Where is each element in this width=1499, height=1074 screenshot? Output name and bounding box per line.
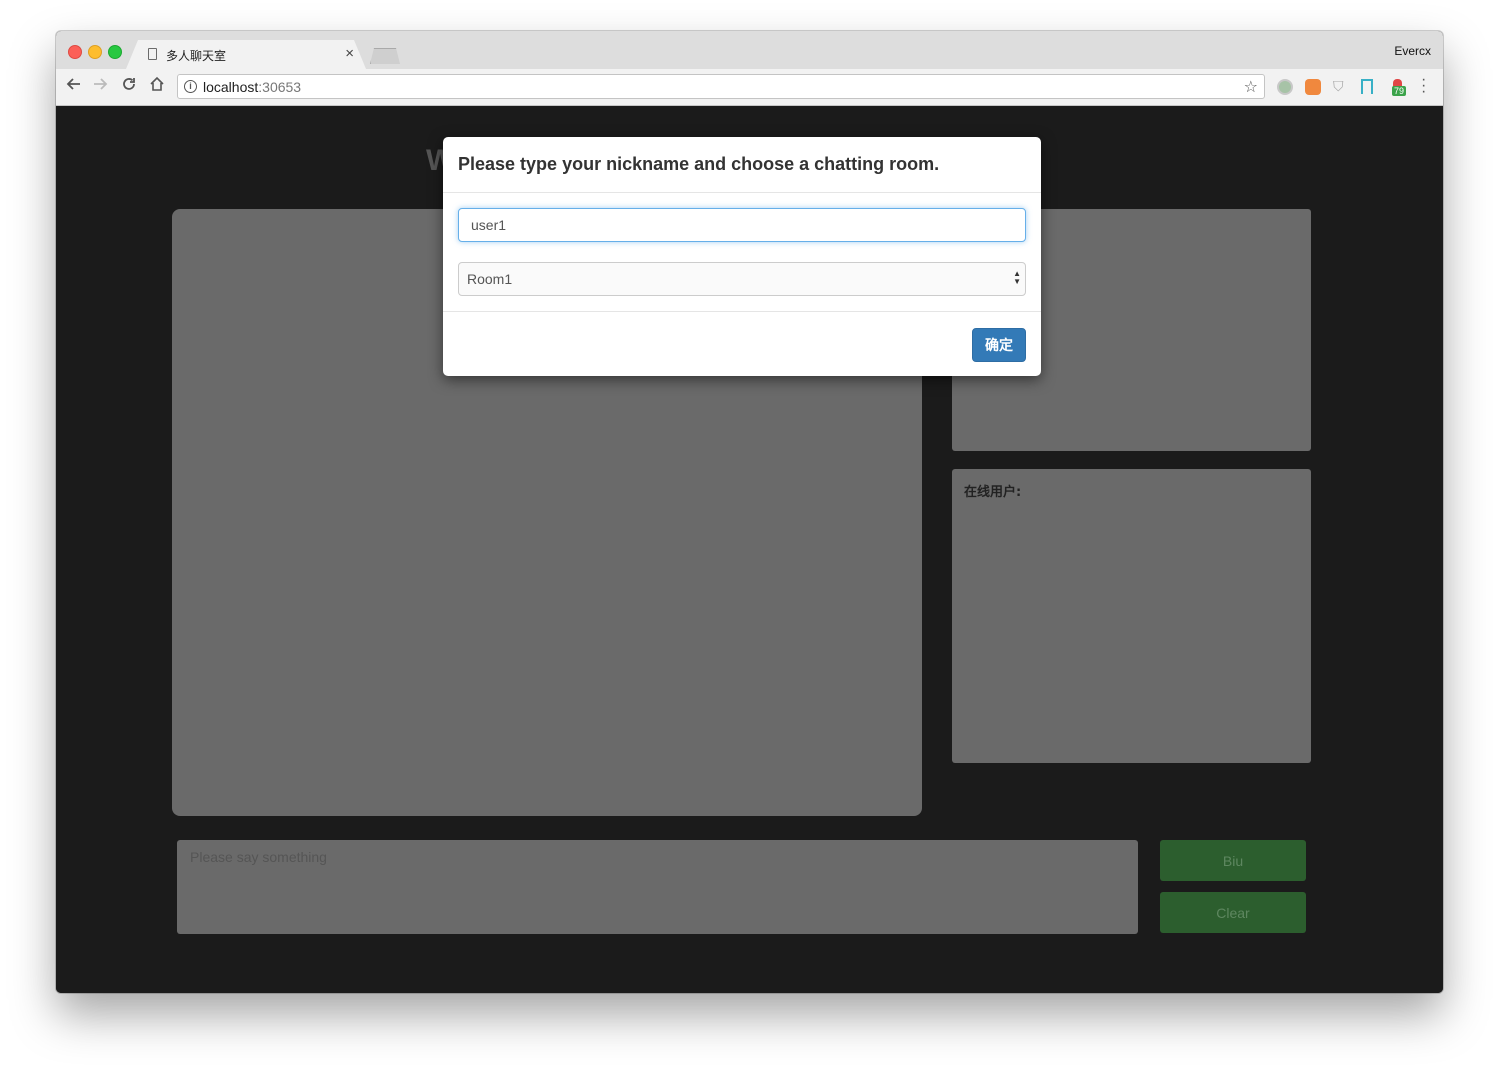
nickname-modal: Please type your nickname and choose a c… xyxy=(443,137,1041,376)
home-icon[interactable] xyxy=(149,76,165,97)
room-select-value: Room1 xyxy=(467,271,513,287)
clear-button[interactable]: Clear xyxy=(1160,892,1306,933)
room-select[interactable]: Room1 ▲ ▼ xyxy=(458,262,1026,296)
extension-badge-count: 79 xyxy=(1392,86,1407,96)
document-icon xyxy=(148,48,157,60)
minimize-window-button[interactable] xyxy=(88,45,102,59)
select-arrows-icon: ▲ ▼ xyxy=(1013,269,1021,286)
bookmark-ribbon-icon[interactable] xyxy=(1361,79,1373,94)
address-bar[interactable]: i localhost:30653 ☆ xyxy=(177,74,1265,99)
online-users-panel: 在线用户: xyxy=(952,469,1311,763)
tab-strip: 多人聊天室 × Evercx xyxy=(56,31,1443,69)
close-window-button[interactable] xyxy=(68,45,82,59)
bookmark-star-icon[interactable]: ☆ xyxy=(1244,77,1258,97)
browser-window: 多人聊天室 × Evercx i localhost:30653 ☆ ⛉ 79 xyxy=(56,31,1443,993)
new-tab-button[interactable] xyxy=(370,48,400,64)
modal-title: Please type your nickname and choose a c… xyxy=(458,154,940,174)
browser-tab[interactable]: 多人聊天室 × xyxy=(126,40,366,69)
send-biu-button[interactable]: Biu xyxy=(1160,840,1306,881)
url-port: :30653 xyxy=(258,79,302,95)
nickname-input[interactable] xyxy=(458,208,1026,242)
tab-close-icon[interactable]: × xyxy=(345,45,354,62)
browser-toolbar: i localhost:30653 ☆ ⛉ 79 · · · xyxy=(56,69,1443,106)
tab-title: 多人聊天室 xyxy=(166,49,227,63)
reload-icon[interactable] xyxy=(121,76,137,97)
modal-header: Please type your nickname and choose a c… xyxy=(443,137,1041,193)
message-input[interactable] xyxy=(177,840,1138,934)
modal-footer: 确定 xyxy=(443,311,1041,377)
back-arrow-icon[interactable] xyxy=(65,76,81,97)
extension-orange-icon[interactable] xyxy=(1305,79,1321,95)
page-viewport: W 在线用户: Biu Clear Please type your nickn… xyxy=(56,106,1443,993)
maximize-window-button[interactable] xyxy=(108,45,122,59)
online-users-label: 在线用户: xyxy=(964,485,1022,500)
confirm-button[interactable]: 确定 xyxy=(972,328,1026,362)
extension-badge-icon[interactable]: 79 xyxy=(1390,79,1407,96)
info-icon[interactable]: i xyxy=(184,80,197,93)
url-text[interactable]: localhost:30653 xyxy=(203,79,301,95)
shield-icon[interactable]: ⛉ xyxy=(1333,78,1349,94)
forward-arrow-icon[interactable] xyxy=(93,76,109,97)
extension-circle-icon[interactable] xyxy=(1277,79,1293,95)
url-host: localhost xyxy=(203,79,259,95)
menu-kebab-icon[interactable]: · · · xyxy=(1421,72,1426,100)
profile-name[interactable]: Evercx xyxy=(1394,44,1431,58)
